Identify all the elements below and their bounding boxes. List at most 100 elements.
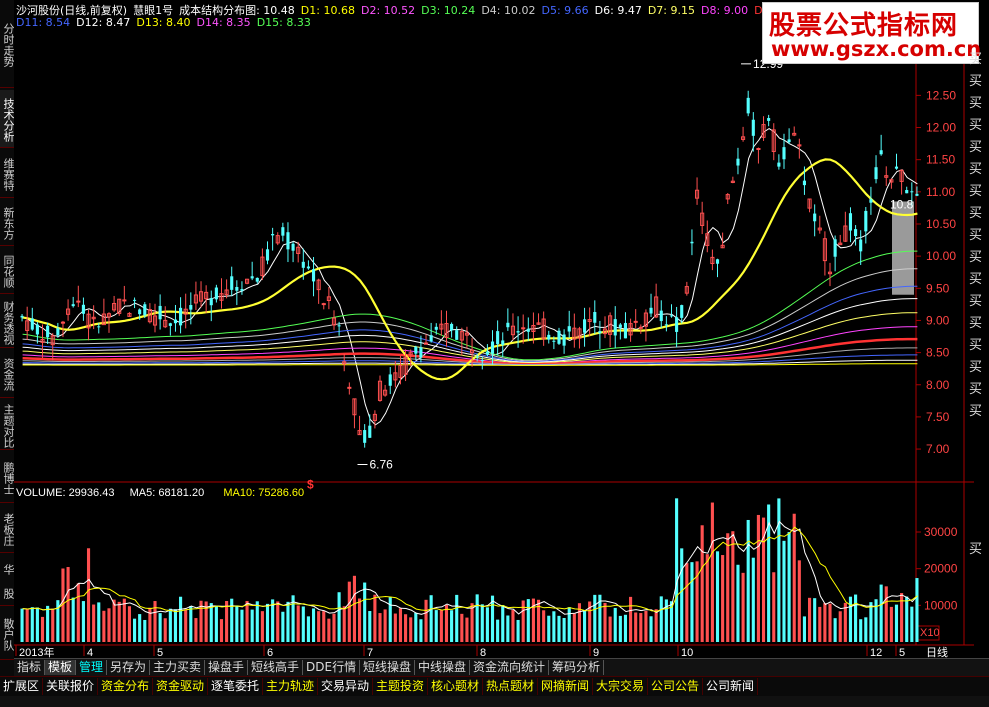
volume-bar: [322, 611, 326, 642]
indicator-tab-0[interactable]: 指标: [14, 660, 46, 675]
left-tab-1[interactable]: 技术分析: [0, 90, 15, 148]
volume-bar: [301, 606, 305, 642]
indicator-tab-2[interactable]: 管理: [76, 660, 108, 675]
volume-bar: [296, 605, 300, 642]
candle-body: [598, 331, 602, 334]
volume-bar: [659, 596, 663, 642]
buy-signal-label: 买: [969, 404, 983, 419]
left-tab-6[interactable]: 资金流: [0, 350, 15, 398]
candle-body: [485, 351, 489, 355]
volume-header-value: MA10: 75286.60: [223, 487, 304, 499]
extension-tab-12[interactable]: 公司公告: [648, 678, 704, 695]
extension-tab-6[interactable]: 交易异动: [318, 678, 374, 695]
extension-tab-13[interactable]: 公司新闻: [703, 678, 759, 695]
candle-body: [240, 289, 244, 291]
volume-bar: [189, 606, 193, 642]
candle-body: [450, 323, 454, 331]
candle-body: [158, 305, 162, 320]
candle-body: [189, 305, 193, 310]
volume-bar: [869, 602, 873, 642]
left-tab-11[interactable]: 散户队: [0, 608, 15, 660]
indicator-tab-bar: 指标 模板 管理 另存为 主力买卖 操盘手 短线高手 DDE行情 短线操盘 中线操盘 资金流向统计筹…: [14, 658, 989, 676]
volume-bar: [736, 564, 740, 642]
left-tab-9[interactable]: 老板庄: [0, 505, 15, 553]
candle-body: [715, 259, 720, 264]
volume-bar: [281, 611, 285, 642]
volume-bar: [818, 606, 822, 642]
candle-body: [767, 118, 771, 121]
left-tab-5[interactable]: 财务透视: [0, 296, 15, 348]
volume-bar: [690, 562, 694, 642]
volume-bar: [434, 610, 438, 642]
left-tab-8[interactable]: 鹏博士: [0, 452, 15, 503]
indicator-tab-8[interactable]: 短线操盘: [360, 660, 416, 675]
candle-body: [490, 341, 495, 354]
volume-bar: [715, 551, 720, 642]
extension-tab-1[interactable]: 关联报价: [43, 678, 99, 695]
volume-bar: [623, 614, 628, 642]
candle-body: [633, 320, 638, 323]
left-tab-3[interactable]: 新东方: [0, 200, 15, 246]
volume-bar: [143, 619, 147, 642]
candle-body: [557, 330, 561, 344]
volume-bar: [112, 599, 116, 642]
volume-bar: [521, 600, 525, 642]
left-tab-10[interactable]: 华 股: [0, 555, 15, 606]
volume-bar: [593, 594, 597, 642]
extension-tab-3[interactable]: 资金驱动: [153, 678, 209, 695]
buy-signal-label: 买: [969, 294, 983, 309]
volume-bar: [854, 594, 858, 642]
indicator-tab-11[interactable]: 筹码分析: [549, 660, 605, 675]
kline-chart-area[interactable]: 12.50 12.00 11.50 11.00 10.50 10.00 9.50 9.00 8.…: [14, 0, 989, 660]
volume-bar: [260, 611, 264, 642]
indicator-tab-10[interactable]: 资金流向统计: [470, 660, 550, 675]
volume-header-value: MA5: 68181.20: [130, 487, 205, 499]
volume-bar: [843, 602, 847, 642]
indicator-tab-4[interactable]: 主力买卖: [150, 660, 206, 675]
volume-bar: [450, 610, 454, 642]
extension-tab-4[interactable]: 逐笔委托: [208, 678, 264, 695]
volume-bar: [567, 607, 571, 642]
volume-bar: [429, 595, 433, 642]
volume-bar: [583, 610, 587, 642]
candle-body: [230, 276, 234, 290]
extension-tab-9[interactable]: 热点题材: [483, 678, 539, 695]
buy-signal-label: 买: [969, 96, 983, 111]
candle-body: [869, 199, 873, 203]
volume-bar: [465, 617, 469, 642]
volume-header-value: VOLUME: 29936.43: [16, 487, 114, 499]
volume-bar: [378, 613, 382, 642]
candle-body: [214, 287, 218, 300]
extension-tab-0[interactable]: 扩展区: [0, 678, 44, 695]
buy-signal-label: 买: [969, 316, 983, 331]
extension-tab-8[interactable]: 核心题材: [428, 678, 484, 695]
volume-bar: [629, 596, 633, 642]
left-tab-0[interactable]: 分时走势: [0, 0, 15, 88]
extension-tab-11[interactable]: 大宗交易: [593, 678, 649, 695]
indicator-tab-5[interactable]: 操盘手: [205, 660, 249, 675]
extension-tab-5[interactable]: 主力轨迹: [263, 678, 319, 695]
extension-tab-2[interactable]: 资金分布: [98, 678, 154, 695]
extension-tab-7[interactable]: 主题投资: [373, 678, 429, 695]
volume-bar: [51, 608, 55, 642]
left-tab-2[interactable]: 维赛特: [0, 150, 15, 198]
extension-tab-10[interactable]: 网摘新闻: [538, 678, 594, 695]
buy-signal-label: 买: [969, 542, 983, 557]
indicator-tab-7[interactable]: DDE行情: [303, 660, 361, 675]
left-tab-7[interactable]: 主题对比: [0, 400, 15, 450]
volume-bar: [25, 609, 29, 642]
indicator-tab-1[interactable]: 模板: [45, 660, 77, 675]
left-tab-4[interactable]: 同花顺: [0, 248, 15, 294]
volume-bar: [184, 609, 188, 642]
volume-bar: [485, 607, 489, 642]
candle-body: [71, 304, 75, 307]
indicator-tab-9[interactable]: 中线操盘: [415, 660, 471, 675]
candle-body: [746, 97, 750, 114]
volume-bar: [235, 605, 239, 642]
indicator-tab-6[interactable]: 短线高手: [248, 660, 304, 675]
buy-signal-label: 买: [969, 338, 983, 353]
volume-bar: [501, 605, 505, 642]
price-tick-label: 9.50: [926, 281, 950, 295]
volume-unit-label: X10: [920, 627, 940, 639]
indicator-tab-3[interactable]: 另存为: [107, 660, 151, 675]
